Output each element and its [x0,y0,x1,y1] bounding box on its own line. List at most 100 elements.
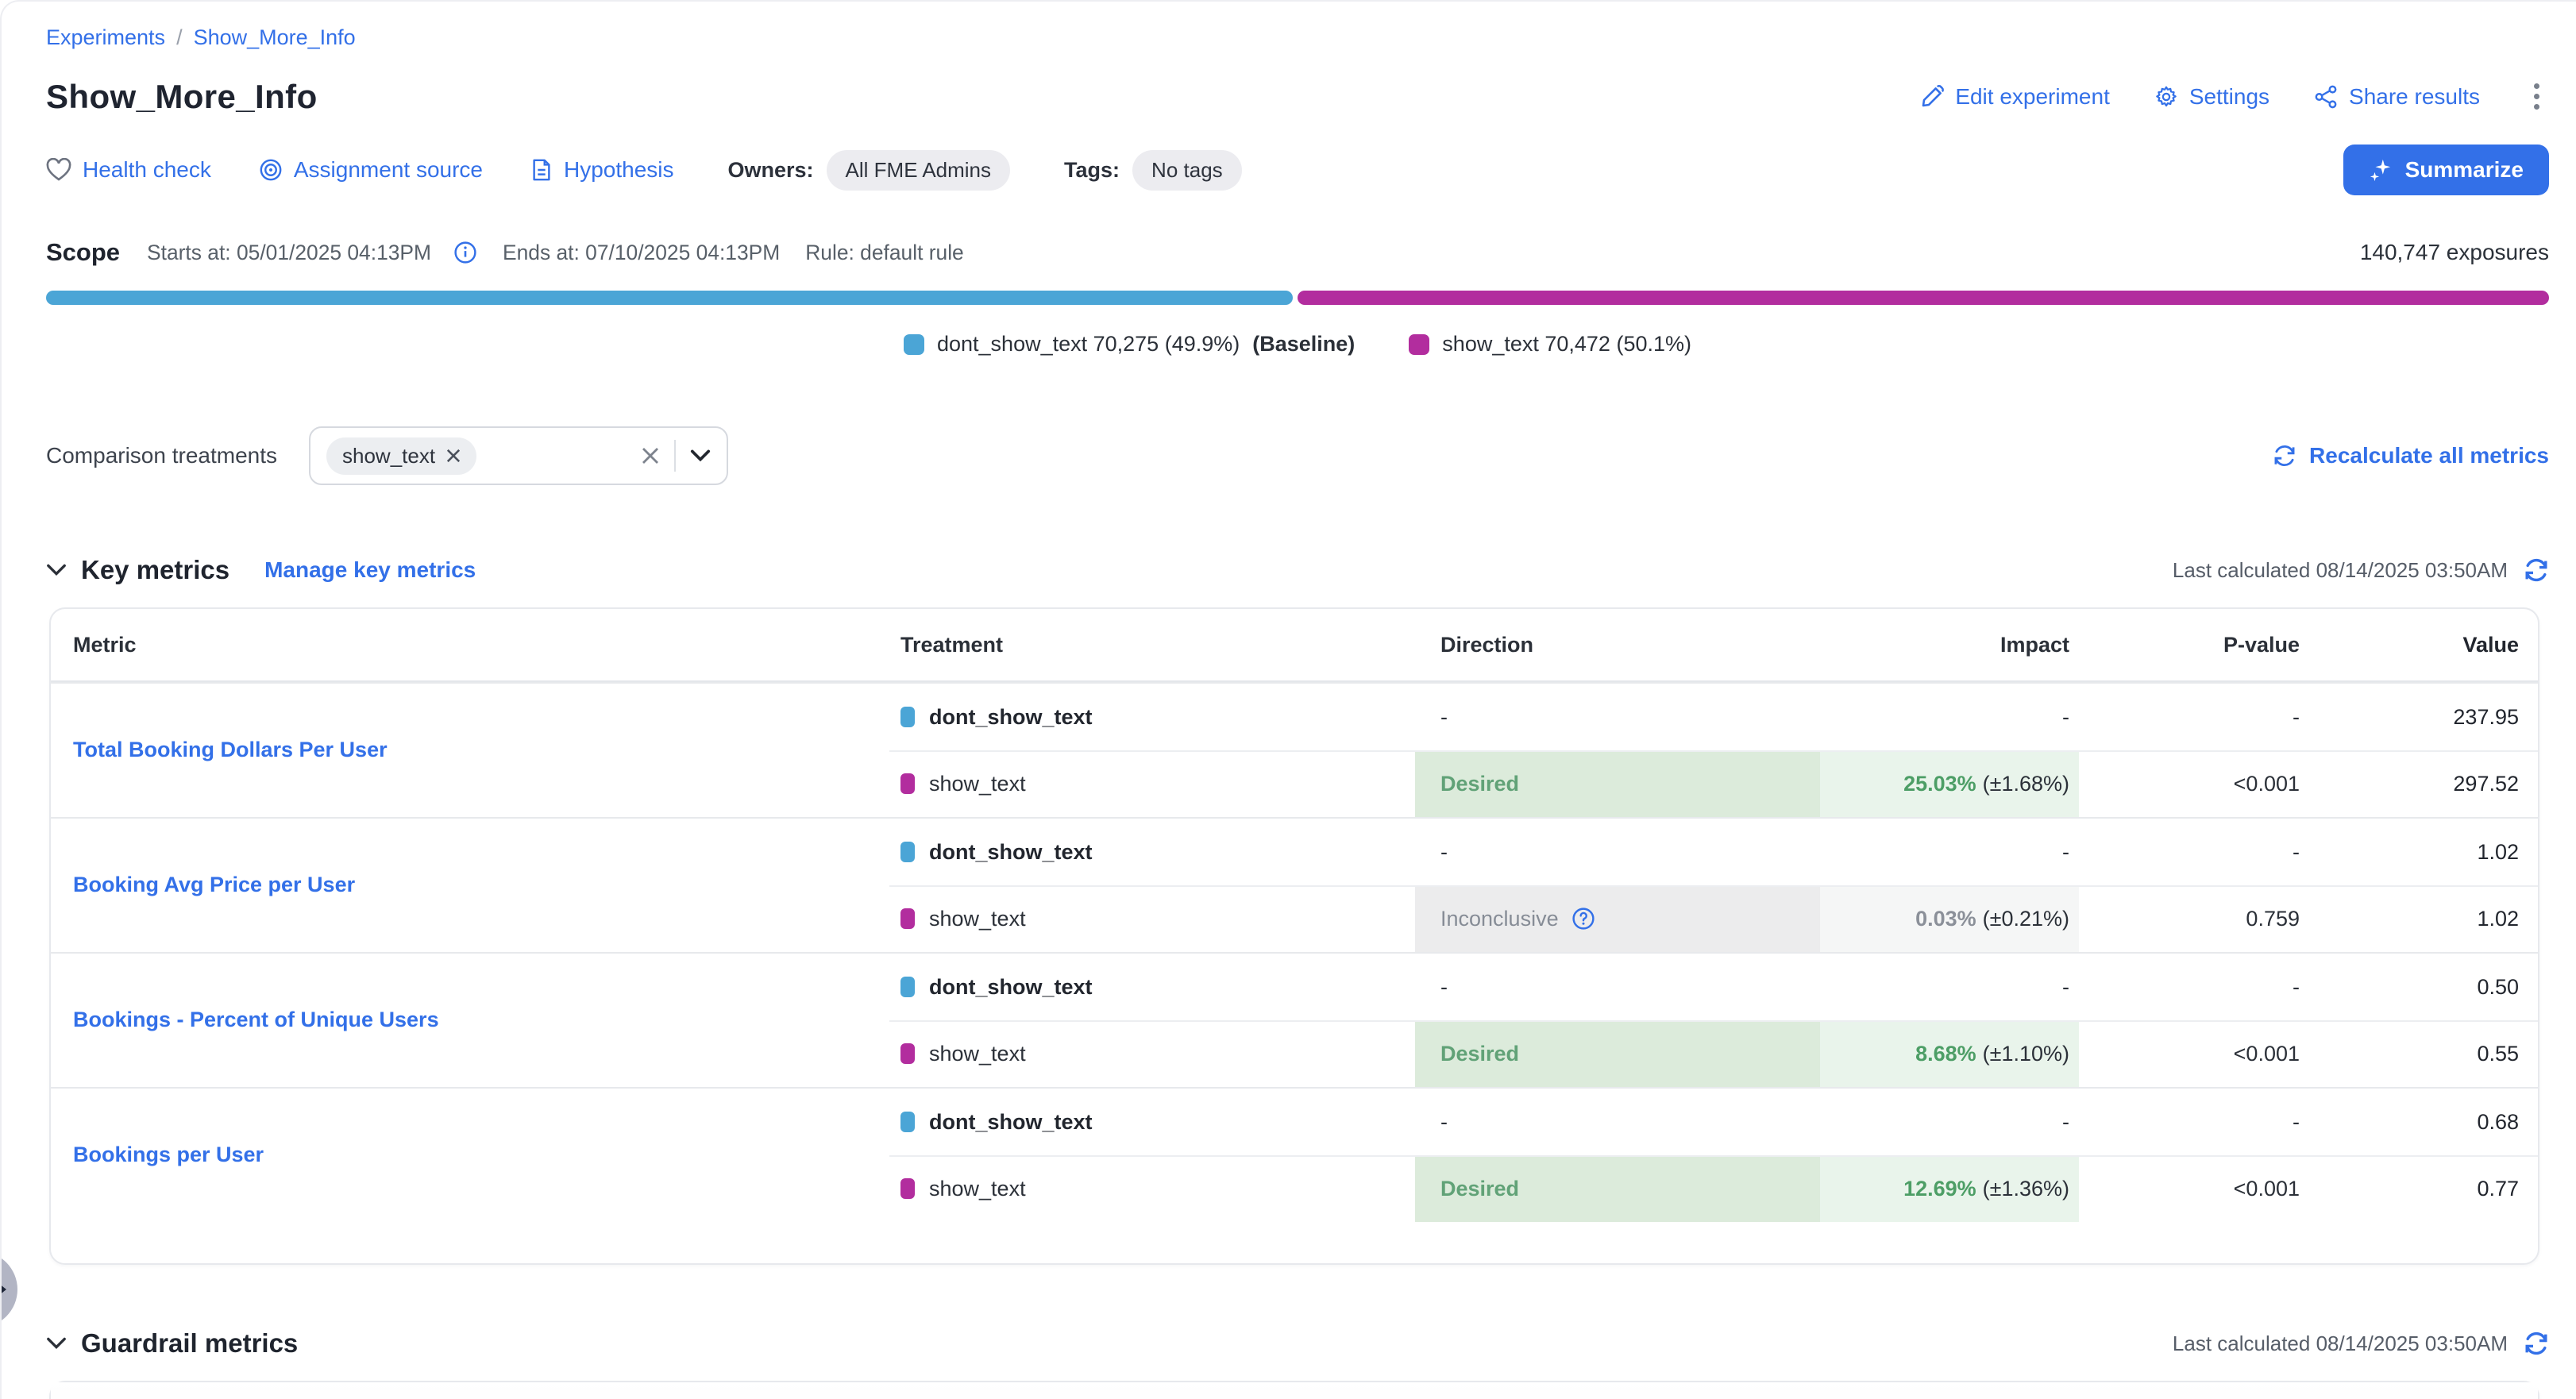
impact-cell: 12.69%(±1.36%) [1820,1155,2079,1222]
impact-cell: 0.03%(±0.21%) [1820,885,2079,952]
hypothesis-link[interactable]: Hypothesis [530,157,674,183]
select-divider [674,440,676,472]
value-cell: 0.77 [2300,1155,2538,1222]
owners-pill[interactable]: All FME Admins [827,150,1011,191]
treatment-cell: dont_show_text [900,705,1093,730]
baseline-bar-segment [46,291,1293,305]
value-cell: 1.02 [2300,885,2538,952]
direction-cell: Desired [1415,1020,1820,1087]
legend-item-treatment: show_text 70,472 (50.1%) [1409,332,1691,356]
tag-remove-icon[interactable] [446,449,461,463]
baseline-swatch [900,977,915,997]
pencil-icon [1920,85,1944,109]
comparison-treatments-select[interactable]: show_text [309,426,728,485]
exposures-count: 140,747 exposures [2360,240,2549,265]
guardrail-metrics-collapse-chevron-icon[interactable] [46,1336,67,1351]
metric-link[interactable]: Bookings - Percent of Unique Users [73,1006,439,1034]
impact-cell: - [1820,954,2079,1020]
breadcrumb-experiments-link[interactable]: Experiments [46,25,165,50]
settings-button[interactable]: Settings [2154,84,2269,110]
experiment-page: Experiments / Show_More_Info Show_More_I… [0,0,2576,1399]
treatment-bar-segment [1298,291,2549,305]
target-icon [259,158,283,182]
tags-label: Tags: [1064,158,1120,183]
scope-legend: dont_show_text 70,275 (49.9%) (Baseline)… [46,332,2549,356]
health-check-link[interactable]: Health check [46,157,211,183]
value-cell: 297.52 [2300,750,2538,817]
column-header-direction: Direction [1415,633,1820,657]
share-results-button[interactable]: Share results [2314,84,2480,110]
table-header-row: Metric Treatment Direction Impact P-valu… [51,1382,2538,1399]
value-cell: 0.68 [2300,1089,2538,1155]
value-cell: 237.95 [2300,684,2538,750]
direction-cell: Desired [1415,1155,1820,1222]
treatment-cell: dont_show_text [900,840,1093,865]
edit-experiment-button[interactable]: Edit experiment [1920,84,2110,110]
info-icon[interactable] [453,241,477,264]
treatment-cell: show_text [900,907,1026,931]
treatment-cell: show_text [900,1042,1026,1066]
select-clear-icon[interactable] [641,446,660,465]
value-cell: 0.55 [2300,1020,2538,1087]
breadcrumb: Experiments / Show_More_Info [46,25,2549,50]
direction-cell: - [1415,684,1820,750]
key-metrics-table: Metric Treatment Direction Impact P-valu… [49,607,2539,1265]
value-cell: 1.02 [2300,819,2538,885]
arrow-right-icon [0,1277,6,1302]
document-icon [530,158,553,182]
legend-item-baseline: dont_show_text 70,275 (49.9%) (Baseline) [904,332,1355,356]
column-header-treatment: Treatment [889,633,1415,657]
guardrail-last-calculated: Last calculated 08/14/2025 03:50AM [2173,1332,2508,1356]
metric-group-bookings-per-user: Bookings per User dont_show_text - - - 0… [51,1087,2538,1222]
direction-cell: Desired [1415,750,1820,817]
metric-group-total-booking-dollars: Total Booking Dollars Per User dont_show… [51,682,2538,817]
tags-pill[interactable]: No tags [1132,150,1242,191]
baseline-swatch [904,334,924,355]
breadcrumb-current-link[interactable]: Show_More_Info [194,25,356,50]
recalculate-all-metrics-button[interactable]: Recalculate all metrics [2273,443,2549,468]
direction-cell: - [1415,954,1820,1020]
treatment-swatch [900,773,915,794]
scope-allocation-bar [46,291,2549,305]
assignment-source-link[interactable]: Assignment source [259,157,483,183]
guardrail-metrics-table: Metric Treatment Direction Impact P-valu… [49,1381,2539,1399]
refresh-icon[interactable] [2524,557,2549,583]
refresh-icon[interactable] [2524,1331,2549,1356]
summarize-button[interactable]: Summarize [2343,145,2549,195]
more-options-kebab-icon[interactable] [2524,77,2549,116]
treatment-swatch [900,908,915,929]
sidebar-expand-handle[interactable] [0,1251,17,1328]
column-header-impact: Impact [1820,633,2079,657]
treatment-cell: show_text [900,1177,1026,1201]
baseline-swatch [900,842,915,862]
p-value-cell: <0.001 [2079,1155,2300,1222]
direction-cell: - [1415,1089,1820,1155]
metric-group-bookings-percent-unique: Bookings - Percent of Unique Users dont_… [51,952,2538,1087]
p-value-cell: - [2079,1089,2300,1155]
baseline-swatch [900,1112,915,1132]
key-metrics-collapse-chevron-icon[interactable] [46,563,67,577]
direction-cell: - [1415,819,1820,885]
metric-link[interactable]: Booking Avg Price per User [73,871,355,899]
column-header-p-value: P-value [2079,633,2300,657]
table-header-row: Metric Treatment Direction Impact P-valu… [51,609,2538,682]
metric-link[interactable]: Bookings per User [73,1141,264,1169]
gear-icon [2154,85,2178,109]
page-title: Show_More_Info [46,78,318,116]
share-icon [2314,85,2338,109]
column-header-value: Value [2300,633,2538,657]
scope-starts-at: Starts at: 05/01/2025 04:13PM [147,241,477,265]
direction-cell: Inconclusive [1415,885,1820,952]
metric-link[interactable]: Total Booking Dollars Per User [73,736,388,764]
help-icon[interactable] [1571,907,1595,931]
guardrail-metrics-title: Guardrail metrics [81,1328,298,1359]
select-chevron-down-icon[interactable] [690,449,711,463]
selected-treatment-tag[interactable]: show_text [326,437,476,475]
impact-cell: - [1820,819,2079,885]
p-value-cell: <0.001 [2079,1020,2300,1087]
heart-icon [46,158,71,182]
manage-key-metrics-link[interactable]: Manage key metrics [264,557,476,583]
p-value-cell: 0.759 [2079,885,2300,952]
scope-rule: Rule: default rule [805,241,964,265]
scope-ends-at: Ends at: 07/10/2025 04:13PM [503,241,780,265]
